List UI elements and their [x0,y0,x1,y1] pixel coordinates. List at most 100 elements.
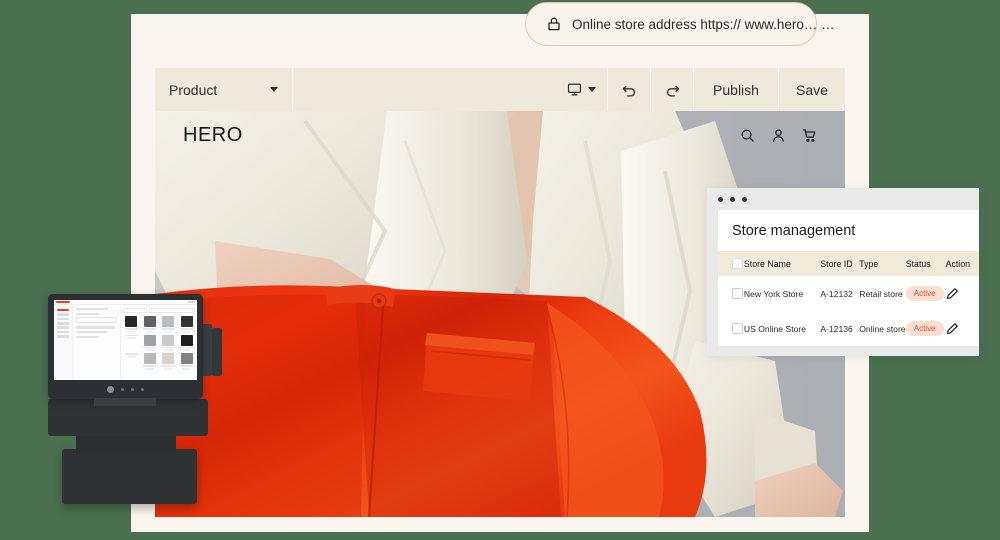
pos-side-arm [202,324,212,376]
storefront-header-icons [740,128,817,143]
pos-product-tile [142,334,159,352]
redo-arrow-icon [664,81,681,98]
pos-monitor-neck [94,398,156,406]
pos-product-tile [179,353,196,370]
chevron-down-icon [270,87,278,92]
desktop-monitor-icon [567,82,582,97]
undo-arrow-icon [621,81,638,98]
publish-button[interactable]: Publish [694,68,778,111]
cell-action[interactable] [946,276,979,311]
pos-account-chip [187,300,195,304]
pos-text-line [76,308,108,311]
column-header-type[interactable]: Type [859,251,905,276]
search-icon[interactable] [740,128,755,143]
select-all-cell[interactable] [718,251,744,276]
undo-button[interactable] [608,68,650,111]
shopping-cart-icon[interactable] [802,128,817,143]
row-checkbox[interactable] [732,288,743,299]
pos-hardware-buttons [54,385,197,394]
device-preview-selector[interactable] [555,68,607,111]
column-header-store-name[interactable]: Store Name [744,251,820,276]
pos-product-tile [160,316,177,333]
store-logo[interactable]: HERO [183,124,243,147]
pos-product-tile [142,316,159,333]
pos-product-tile [123,334,140,352]
pos-cart-panel [73,305,121,380]
pos-terminal [16,286,246,518]
pos-search-input [149,308,195,313]
pos-nav-item [57,313,69,316]
row-select-cell[interactable] [718,311,744,346]
cell-store-name: US Online Store [743,323,807,334]
store-table: Store Name Store ID Type Status Action N… [718,251,979,346]
pos-product-tile [123,316,140,333]
pos-monitor [48,294,203,399]
pos-product-tile [123,353,140,370]
account-person-icon[interactable] [771,128,786,143]
page-selector-dropdown[interactable]: Product [155,68,292,111]
edit-pencil-icon[interactable] [946,287,979,300]
pos-text-line [76,335,99,338]
pos-grid-rows [123,316,195,372]
cell-status: Active [905,276,946,311]
table-row[interactable]: US Online Store A-12136 Online store Act… [718,311,979,346]
column-header-action[interactable]: Action [946,251,979,276]
pos-nav-item [57,326,69,329]
pos-nav-item [57,317,69,321]
window-titlebar [707,188,979,210]
cell-type: Retail store [859,288,903,299]
pos-product-grid-screen[interactable] [54,300,197,380]
chevron-down-icon [587,87,596,92]
pos-filter-select [123,308,148,313]
store-table-body: New York Store A-12132 Retail store Acti… [718,276,979,346]
pos-product-tile [179,334,196,352]
window-dot-maximize[interactable] [742,196,747,202]
store-table-header: Store Name Store ID Type Status Action [718,251,979,276]
table-row[interactable]: New York Store A-12132 Retail store Acti… [718,276,979,311]
pos-sidebar-nav [54,305,73,380]
pos-nav-item [57,335,69,338]
pos-product-tile [160,334,177,352]
pos-text-line [76,312,99,315]
status-badge: Active [905,286,944,301]
pos-text-line [76,331,108,334]
store-management-body: Store management Store Name Store ID Typ… [718,210,979,346]
page-selector-label: Product [169,81,218,98]
pos-search-row [123,308,195,313]
pos-indicator-dot [121,388,124,391]
save-button-label: Save [796,81,828,98]
row-select-cell[interactable] [718,276,744,311]
pos-home-button[interactable] [107,386,114,393]
cell-store-id: A-12136 [820,323,853,334]
storefront-header: HERO [155,111,845,159]
cell-action[interactable] [946,311,979,346]
address-text: Online store address https:// www.hero… … [572,16,835,32]
store-management-window[interactable]: Store management Store Name Store ID Typ… [707,188,979,356]
pos-side-arm-2 [212,328,222,376]
pos-product-tile [179,316,196,333]
select-all-checkbox[interactable] [732,258,743,269]
pos-indicator-dot [131,388,134,391]
save-button[interactable]: Save [779,68,845,111]
column-header-status[interactable]: Status [906,251,946,276]
publish-button-label: Publish [713,81,759,98]
column-header-store-id[interactable]: Store ID [820,251,859,276]
pos-nav-item [57,308,69,312]
online-store-address-bar[interactable]: Online store address https:// www.hero… … [525,2,835,46]
window-dot-minimize[interactable] [730,196,735,202]
pos-screen-main [54,305,197,380]
window-dot-close[interactable] [718,196,723,202]
toolbar-spacer [293,68,555,111]
pos-nav-item [57,330,69,334]
cell-store-id: A-12132 [820,288,853,299]
pos-stand-base [62,449,197,504]
pos-nav-item [57,321,69,325]
pos-product-tile [142,353,159,370]
pos-product-grid [121,305,197,380]
status-badge: Active [905,321,944,336]
row-checkbox[interactable] [732,323,743,334]
pos-text-line [76,326,115,329]
edit-pencil-icon[interactable] [946,322,979,335]
panel-title: Store management [732,223,856,239]
redo-button[interactable] [651,68,693,111]
